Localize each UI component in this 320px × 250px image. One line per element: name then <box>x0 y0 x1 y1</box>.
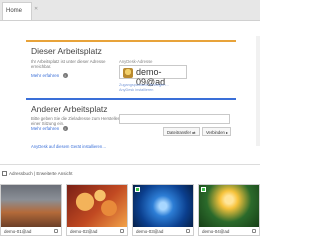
desktop-preview <box>67 185 127 227</box>
more-info-link-label: Mehr erfahren <box>31 73 60 78</box>
options-icon[interactable] <box>120 229 124 233</box>
desktop-preview <box>133 185 193 227</box>
more-info-link[interactable]: Mehr erfahren i <box>31 73 68 79</box>
avatar <box>123 68 133 78</box>
session-thumbnail[interactable]: demo-04@ad <box>198 184 260 236</box>
session-thumbnails: demo-01@ad demo-02@ad demo-03@ad demo-04… <box>0 184 260 250</box>
connect-label: Verbinden <box>206 130 225 135</box>
bottom-bar: Adressbuch | Erweiterte Ansicht <box>0 170 260 180</box>
tab-separator <box>0 20 260 21</box>
install-link[interactable]: AnyDesk installieren <box>119 88 153 92</box>
desktop-preview <box>199 185 259 227</box>
tab-home[interactable]: Home <box>2 2 32 20</box>
desktop-preview <box>1 185 61 227</box>
thumbnail-name: demo-01@ad <box>4 229 32 234</box>
session-thumbnail[interactable]: demo-01@ad <box>0 184 62 236</box>
remote-address-input[interactable] <box>119 114 230 124</box>
more-info-link-2-label: Mehr erfahren <box>31 126 60 131</box>
scrollbar[interactable] <box>256 36 260 146</box>
options-icon[interactable] <box>252 229 256 233</box>
tab-label: Home <box>6 8 23 14</box>
file-transfer-button[interactable]: Dateitransfer ⇄ <box>163 127 200 136</box>
connect-button[interactable]: Verbinden ▸ <box>202 127 231 136</box>
tab-strip: Home ✕ <box>0 0 260 20</box>
install-device-link[interactable]: AnyDesk auf diesem Gerät installieren… <box>31 144 106 149</box>
section-divider <box>0 164 260 165</box>
other-workstation-panel: Anderer Arbeitsplatz Bitte geben Sie die… <box>26 98 236 144</box>
thumbnail-caption: demo-04@ad <box>199 227 259 235</box>
file-transfer-label: Dateitransfer <box>167 130 191 135</box>
address-label: AnyDesk-Adresse <box>119 59 153 64</box>
thumbnail-caption: demo-02@ad <box>67 227 127 235</box>
session-thumbnail[interactable]: demo-02@ad <box>66 184 128 236</box>
thumbnail-caption: demo-01@ad <box>1 227 61 235</box>
thumbnail-name: demo-02@ad <box>70 229 98 234</box>
options-icon[interactable] <box>186 229 190 233</box>
options-icon[interactable] <box>54 229 58 233</box>
other-workstation-title: Anderer Arbeitsplatz <box>31 104 108 114</box>
thumbnail-name: demo-03@ad <box>136 229 164 234</box>
address-field[interactable]: demo-09@ad <box>119 65 187 87</box>
set-password-link[interactable]: Zugangspasswort festlegen… <box>119 83 169 87</box>
online-status-icon <box>201 187 206 192</box>
bottom-bar-label[interactable]: Adressbuch | Erweiterte Ansicht <box>9 171 72 176</box>
close-icon[interactable]: ✕ <box>34 6 38 12</box>
info-icon: i <box>62 73 68 79</box>
this-workstation-description: Ihr Arbeitsplatz ist unter dieser Adress… <box>31 59 106 70</box>
this-workstation-title: Dieser Arbeitsplatz <box>31 46 102 56</box>
this-workstation-panel: Dieser Arbeitsplatz Ihr Arbeitsplatz ist… <box>26 40 236 96</box>
more-info-link-2[interactable]: Mehr erfahren i <box>31 126 68 132</box>
session-thumbnail[interactable]: demo-03@ad <box>132 184 194 236</box>
address-book-icon[interactable] <box>2 171 7 176</box>
thumbnail-name: demo-04@ad <box>202 229 230 234</box>
online-status-icon <box>135 187 140 192</box>
thumbnail-caption: demo-03@ad <box>133 227 193 235</box>
info-icon: i <box>62 126 68 132</box>
